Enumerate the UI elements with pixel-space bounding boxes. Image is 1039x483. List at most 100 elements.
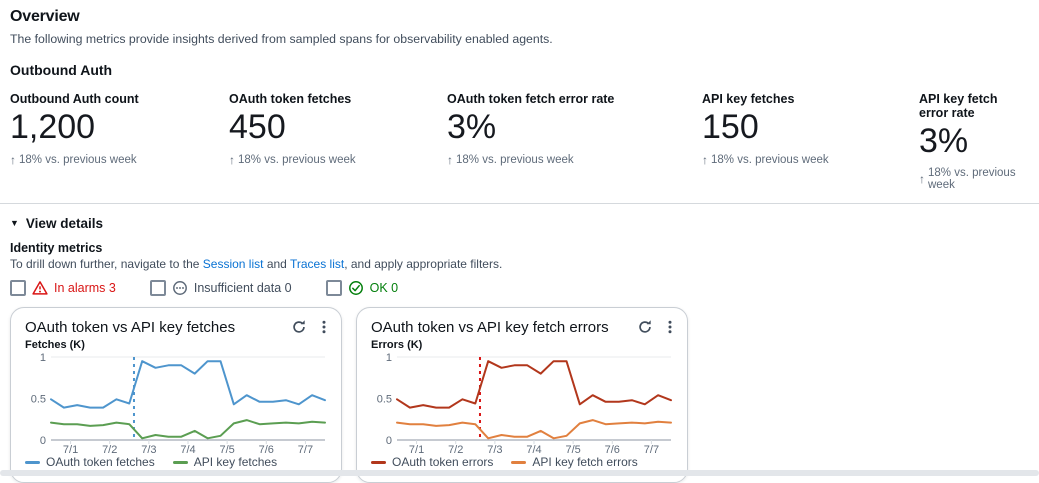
hint-mid: and	[263, 257, 289, 271]
filter-insufficient-data: Insufficient data 0	[150, 280, 292, 296]
identity-metrics-hint: To drill down further, navigate to the S…	[10, 257, 1029, 271]
x-tick-label: 7/4	[180, 444, 195, 455]
filter-checkbox-ok[interactable]	[326, 280, 342, 296]
trend-up-icon: ↑	[702, 153, 708, 167]
refresh-icon	[291, 319, 307, 335]
metric-card: OAuth token fetch error rate 3% ↑18% vs. p…	[447, 92, 702, 191]
metric-trend-text: 18% vs. previous week	[19, 154, 137, 166]
filter-checkbox-insufficient-data[interactable]	[150, 280, 166, 296]
kebab-menu-icon	[321, 319, 327, 335]
legend-swatch	[173, 461, 188, 464]
metric-label: OAuth token fetch error rate	[447, 92, 702, 106]
x-tick-label: 7/2	[448, 444, 463, 455]
chart-title: OAuth token vs API key fetches	[25, 319, 277, 336]
legend-item[interactable]: OAuth token errors	[371, 455, 493, 469]
metric-trend: ↑18% vs. previous week	[447, 153, 702, 167]
filter-label: OK 0	[370, 281, 399, 295]
metric-label: OAuth token fetches	[229, 92, 447, 106]
section-title-outbound-auth: Outbound Auth	[10, 62, 1029, 78]
metric-trend-text: 18% vs. previous week	[711, 154, 829, 166]
hint-prefix: To drill down further, navigate to the	[10, 257, 203, 271]
view-details-label: View details	[26, 216, 103, 231]
series-line	[51, 420, 325, 438]
refresh-button[interactable]	[291, 318, 307, 336]
metric-card: OAuth token fetches 450 ↑18% vs. previous …	[229, 92, 447, 191]
series-line	[51, 361, 325, 407]
x-tick-label: 7/7	[298, 444, 313, 455]
metric-trend-text: 18% vs. previous week	[456, 154, 574, 166]
metric-card: API key fetches150↑18% vs. previous week	[702, 92, 919, 191]
filter-label: Insufficient data 0	[194, 281, 292, 295]
x-tick-label: 7/1	[63, 444, 78, 455]
y-tick-label: 0.5	[31, 394, 46, 406]
metrics-row: Outbound Auth count1,200↑18% vs. previou…	[10, 92, 1029, 191]
x-tick-label: 7/1	[409, 444, 424, 455]
hint-suffix: , and apply appropriate filters.	[344, 257, 502, 271]
chart-actions-button[interactable]	[321, 318, 327, 336]
metric-value: 3%	[447, 108, 702, 146]
metric-trend: ↑18% vs. previous week	[702, 153, 919, 167]
warning-icon	[32, 280, 48, 296]
metric-card: Outbound Auth count1,200↑18% vs. previou…	[10, 92, 229, 191]
metric-value: 450	[229, 108, 447, 146]
refresh-button[interactable]	[637, 318, 653, 336]
legend-label: API key fetch errors	[532, 455, 637, 469]
legend-swatch	[371, 461, 386, 464]
session-list-link[interactable]: Session list	[203, 257, 264, 271]
x-tick-label: 7/7	[644, 444, 659, 455]
metric-label: API key fetch error rate	[919, 92, 1029, 120]
bottom-scrollbar[interactable]	[0, 470, 1039, 476]
caret-down-icon: ▼	[10, 219, 19, 228]
filter-checkbox-in-alarms[interactable]	[10, 280, 26, 296]
trend-up-icon: ↑	[447, 153, 453, 167]
metric-value: 150	[702, 108, 919, 146]
legend-item[interactable]: API key fetch errors	[511, 455, 637, 469]
x-tick-label: 7/6	[259, 444, 274, 455]
filter-label: In alarms 3	[54, 281, 116, 295]
metric-label: Outbound Auth count	[10, 92, 229, 106]
view-details-toggle[interactable]: ▼ View details	[10, 216, 103, 231]
x-tick-label: 7/5	[219, 444, 234, 455]
filter-ok: OK 0	[326, 280, 399, 296]
y-tick-label: 0	[386, 435, 392, 447]
legend-label: OAuth token fetches	[46, 455, 155, 469]
trend-up-icon: ↑	[919, 172, 925, 186]
page-title: Overview	[10, 8, 1029, 26]
filter-in-alarms: In alarms 3	[10, 280, 116, 296]
chart-card-header: OAuth token vs API key fetches	[25, 318, 327, 336]
chart-card: OAuth token vs API key fetch errors Error…	[356, 307, 688, 483]
x-tick-label: 7/3	[487, 444, 502, 455]
chart-legend: OAuth token errors API key fetch errors	[371, 455, 673, 469]
legend-swatch	[511, 461, 526, 464]
metric-trend: ↑18% vs. previous week	[229, 153, 447, 167]
metric-trend: ↑18% vs. previous week	[919, 167, 1029, 191]
y-tick-label: 1	[386, 352, 392, 364]
section-divider	[0, 203, 1039, 204]
chart-y-axis-label: Fetches (K)	[25, 339, 327, 351]
page-description: The following metrics provide insights d…	[10, 32, 1029, 46]
trend-up-icon: ↑	[10, 153, 16, 167]
legend-item[interactable]: API key fetches	[173, 455, 277, 469]
identity-metrics-title: Identity metrics	[10, 241, 1029, 255]
x-tick-label: 7/2	[102, 444, 117, 455]
traces-list-link[interactable]: Traces list	[290, 257, 344, 271]
y-tick-label: 1	[40, 352, 46, 364]
charts-row: OAuth token vs API key fetches Fetches (K…	[10, 307, 1029, 483]
trend-up-icon: ↑	[229, 153, 235, 167]
metric-trend-text: 18% vs. previous week	[238, 154, 356, 166]
x-tick-label: 7/6	[605, 444, 620, 455]
metric-card: API key fetch error rate3% ↑18% vs. previ…	[919, 92, 1029, 191]
chart-card-header: OAuth token vs API key fetch errors	[371, 318, 673, 336]
line-chart: 0 0.5 1 7/1 7/2 7/3 7/4 7/5 7/6 7/7	[25, 352, 329, 455]
y-tick-label: 0.5	[377, 394, 392, 406]
chart-card: OAuth token vs API key fetches Fetches (K…	[10, 307, 342, 483]
metric-value: 3%	[919, 122, 1029, 160]
series-line	[397, 420, 671, 438]
chart-y-axis-label: Errors (K)	[371, 339, 673, 351]
legend-item[interactable]: OAuth token fetches	[25, 455, 155, 469]
chart-actions-button[interactable]	[667, 318, 673, 336]
line-chart: 00.517/17/27/37/47/57/67/7	[371, 352, 675, 455]
x-tick-label: 7/3	[141, 444, 156, 455]
y-tick-label: 0	[40, 435, 46, 447]
pending-icon	[172, 280, 188, 296]
